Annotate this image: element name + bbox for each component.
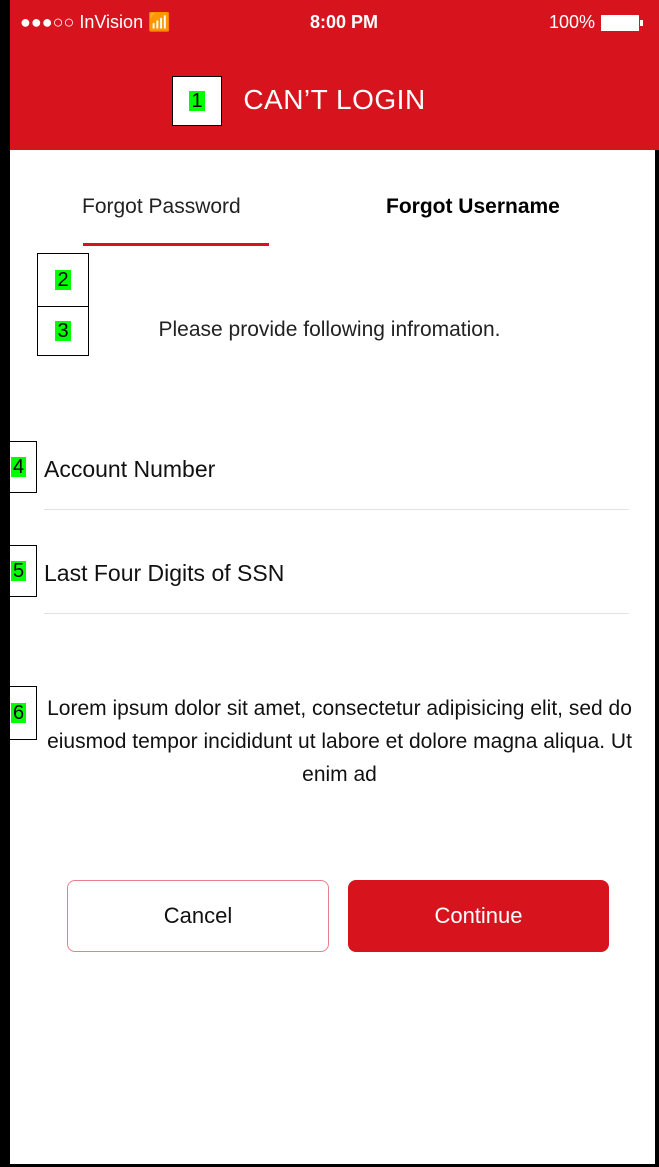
tab-bar: Forgot Password Forgot Username	[10, 185, 659, 255]
wifi-icon: 📶	[148, 12, 171, 32]
left-frame-border	[0, 0, 10, 1167]
status-time: 8:00 PM	[310, 12, 379, 32]
cancel-button[interactable]: Cancel	[67, 880, 329, 952]
carrier-label: ●●●○○ InVision 📶	[20, 12, 171, 33]
account-number-field[interactable]: Account Number	[44, 456, 629, 483]
tab-forgot-username[interactable]: Forgot Username	[386, 195, 560, 219]
battery-status: 100%	[548, 12, 643, 33]
active-tab-indicator	[83, 243, 269, 246]
carrier-text: ●●●○○ InVision	[20, 12, 144, 32]
annotation-number: 2	[55, 269, 71, 291]
annotation-number: 5	[10, 560, 27, 582]
battery-icon	[601, 14, 643, 31]
tab-forgot-password[interactable]: Forgot Password	[82, 195, 241, 219]
annotation-label-1: 1	[172, 76, 222, 126]
instruction-text: Please provide following infromation.	[158, 318, 501, 341]
right-frame-border	[655, 150, 659, 1167]
annotation-number: 1	[189, 90, 205, 112]
annotation-number: 4	[10, 456, 27, 478]
ssn-field[interactable]: Last Four Digits of SSN	[44, 560, 629, 587]
continue-button[interactable]: Continue	[348, 880, 609, 952]
header-bar: ●●●○○ InVision 📶 8:00 PM 100% CAN’T LOGI…	[10, 0, 659, 150]
annotation-label-2: 2	[37, 253, 89, 307]
info-paragraph: Lorem ipsum dolor sit amet, consectetur …	[47, 697, 632, 786]
annotation-number: 6	[10, 702, 27, 724]
account-number-divider	[44, 509, 629, 510]
page-title: CAN’T LOGIN	[243, 84, 426, 115]
ssn-divider	[44, 613, 629, 614]
app-frame: ●●●○○ InVision 📶 8:00 PM 100% CAN’T LOGI…	[0, 0, 659, 1167]
status-bar: ●●●○○ InVision 📶 8:00 PM 100%	[10, 0, 659, 40]
battery-text: 100%	[548, 12, 595, 32]
